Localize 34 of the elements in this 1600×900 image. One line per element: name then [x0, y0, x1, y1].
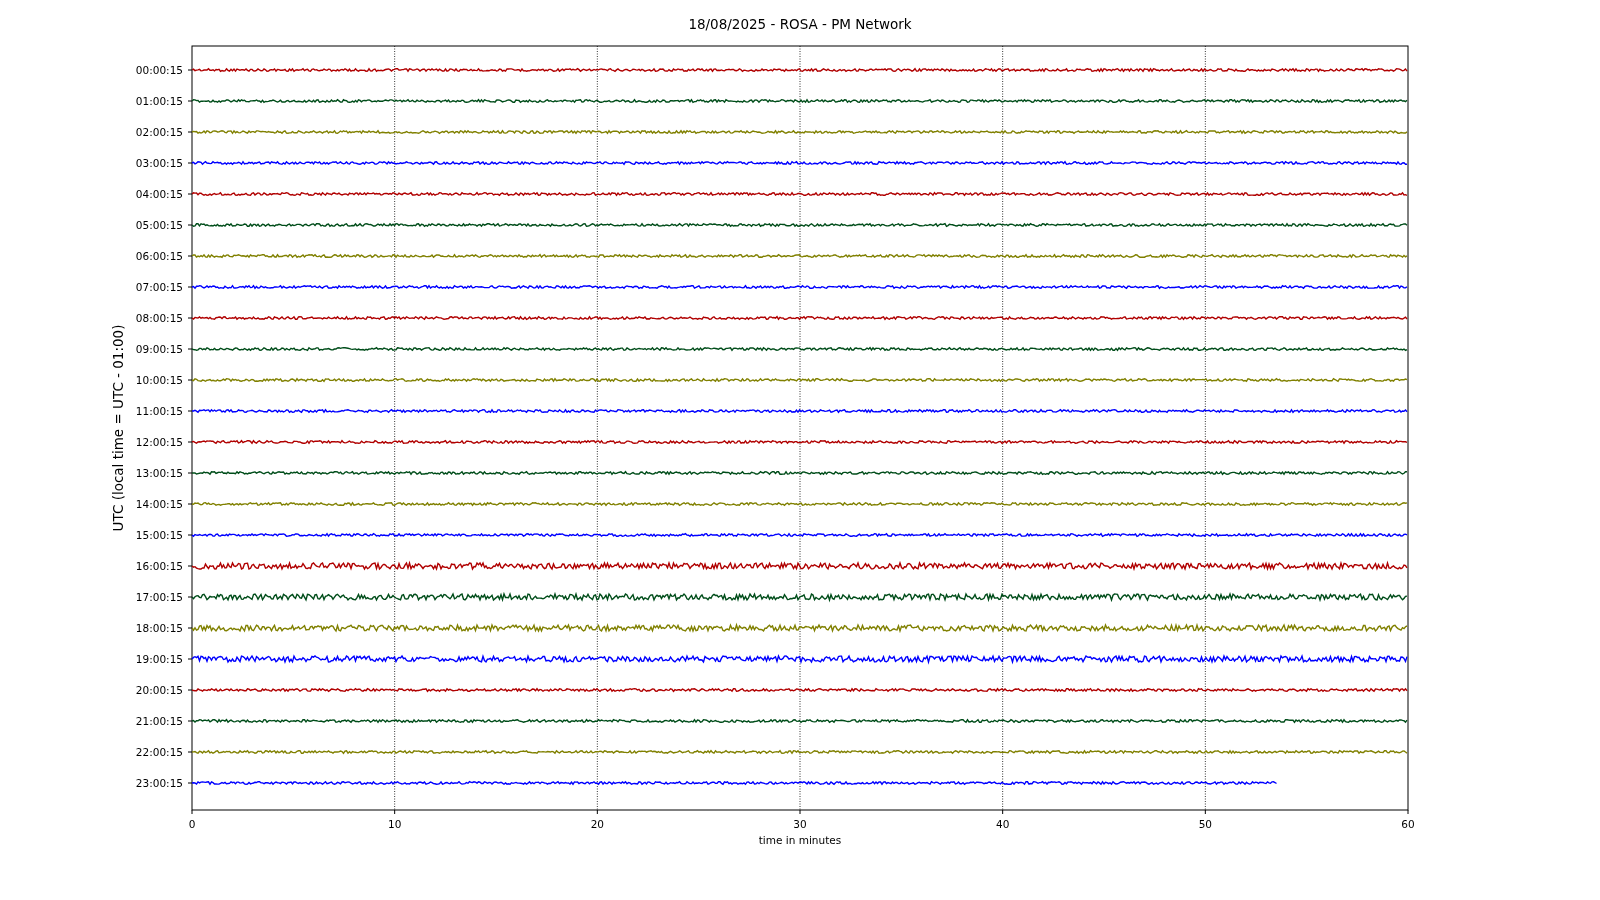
chart-title: 18/08/2025 - ROSA - PM Network	[688, 16, 912, 32]
tick-label: 0	[188, 818, 196, 830]
tick-label: 10	[388, 818, 402, 830]
tick-label: 10:00:15	[135, 374, 183, 386]
tick-label: 19:00:15	[135, 653, 183, 665]
tick-label: 15:00:15	[135, 529, 183, 541]
tick-label: 40	[996, 818, 1010, 830]
tick-label: 03:00:15	[135, 157, 183, 169]
tick-label: 60	[1401, 818, 1415, 830]
tick-label: 11:00:15	[135, 405, 183, 417]
tick-label: 21:00:15	[135, 715, 183, 727]
x-axis-label: time in minutes	[758, 834, 842, 846]
tick-label: 05:00:15	[135, 219, 183, 231]
tick-label: 12:00:15	[135, 436, 183, 448]
tick-label: 50	[1198, 818, 1212, 830]
tick-label: 09:00:15	[135, 343, 183, 355]
tick-label: 17:00:15	[135, 591, 183, 603]
y-axis-label: UTC (local time = UTC - 01:00)	[110, 324, 126, 532]
tick-label: 01:00:15	[135, 95, 183, 107]
tick-label: 13:00:15	[135, 467, 183, 479]
tick-label: 14:00:15	[135, 498, 183, 510]
tick-label: 16:00:15	[135, 560, 183, 572]
tick-label: 06:00:15	[135, 250, 183, 262]
tick-label: 22:00:15	[135, 746, 183, 758]
tick-label: 20	[590, 818, 604, 830]
tick-label: 20:00:15	[135, 684, 183, 696]
tick-label: 18:00:15	[135, 622, 183, 634]
tick-label: 23:00:15	[135, 777, 183, 789]
tick-label: 30	[793, 818, 807, 830]
tick-label: 02:00:15	[135, 126, 183, 138]
tick-label: 08:00:15	[135, 312, 183, 324]
tick-label: 04:00:15	[135, 188, 183, 200]
tick-label: 00:00:15	[135, 64, 183, 76]
tick-label: 07:00:15	[135, 281, 183, 293]
